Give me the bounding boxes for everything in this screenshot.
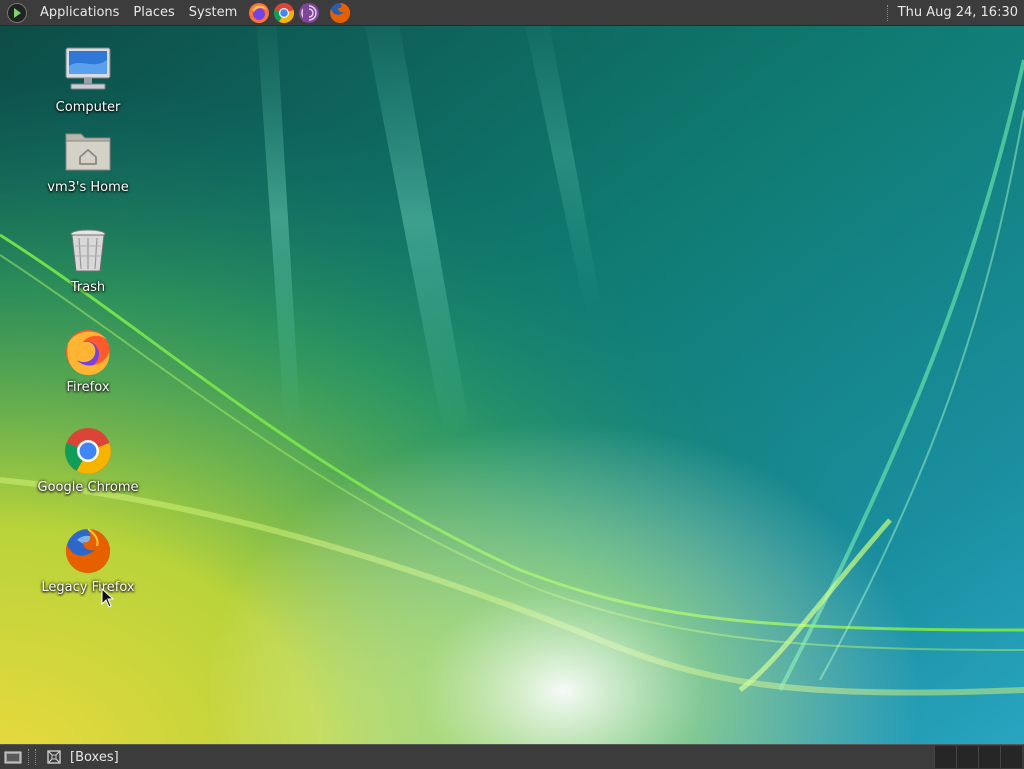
taskbar-item-label: [Boxes] bbox=[70, 749, 119, 765]
desktop-icon-label: Firefox bbox=[66, 380, 110, 395]
top-panel: Applications Places System Thu Aug 24, 1… bbox=[0, 0, 1024, 26]
tor-icon[interactable] bbox=[298, 2, 320, 24]
menu-system[interactable]: System bbox=[182, 0, 244, 25]
distro-logo-icon[interactable] bbox=[7, 2, 27, 23]
firefox-legacy-icon bbox=[63, 526, 113, 576]
workspace-1[interactable] bbox=[934, 746, 956, 768]
clock-text: Thu Aug 24, 16:30 bbox=[897, 5, 1018, 20]
computer-icon bbox=[63, 46, 113, 96]
trash-icon bbox=[63, 226, 113, 276]
panel-handle[interactable] bbox=[28, 749, 36, 765]
workspace-4[interactable] bbox=[1000, 746, 1022, 768]
workspace-2[interactable] bbox=[956, 746, 978, 768]
desktop-icon-chrome[interactable]: Google Chrome bbox=[33, 426, 143, 495]
bottom-panel: [Boxes] bbox=[0, 744, 1024, 769]
home-folder-icon bbox=[63, 126, 113, 176]
firefox-icon[interactable] bbox=[248, 2, 270, 24]
desktop-icon-label: Google Chrome bbox=[37, 480, 139, 495]
menu-places[interactable]: Places bbox=[126, 0, 181, 25]
menu-applications[interactable]: Applications bbox=[33, 0, 126, 25]
desktop-icon-computer[interactable]: Computer bbox=[33, 46, 143, 115]
firefox-legacy-icon[interactable] bbox=[329, 2, 351, 24]
show-desktop-button[interactable] bbox=[2, 747, 24, 767]
desktop-icon-label: vm3's Home bbox=[47, 180, 129, 195]
desktop-icon-home[interactable]: vm3's Home bbox=[33, 126, 143, 195]
chrome-icon[interactable] bbox=[273, 2, 295, 24]
desktop-icon-firefox[interactable]: Firefox bbox=[33, 326, 143, 395]
chrome-icon bbox=[63, 426, 113, 476]
workspace-3[interactable] bbox=[978, 746, 1000, 768]
panel-separator bbox=[886, 4, 890, 21]
desktop-icon-legacy-firefox[interactable]: Legacy Firefox bbox=[33, 526, 143, 595]
desktop-icon-label: Computer bbox=[55, 100, 121, 115]
desktop-icon-trash[interactable]: Trash bbox=[33, 226, 143, 295]
desktop-wallpaper bbox=[0, 0, 1024, 768]
window-icon bbox=[47, 750, 61, 764]
desktop-icon-label: Legacy Firefox bbox=[41, 580, 135, 595]
workspace-switcher bbox=[934, 746, 1022, 768]
firefox-icon bbox=[63, 326, 113, 376]
mouse-cursor-icon bbox=[101, 588, 115, 608]
desktop-icon-label: Trash bbox=[70, 280, 106, 295]
clock[interactable]: Thu Aug 24, 16:30 bbox=[886, 0, 1024, 25]
taskbar-item-boxes[interactable]: [Boxes] bbox=[40, 746, 125, 768]
panel-launchers bbox=[248, 2, 351, 24]
